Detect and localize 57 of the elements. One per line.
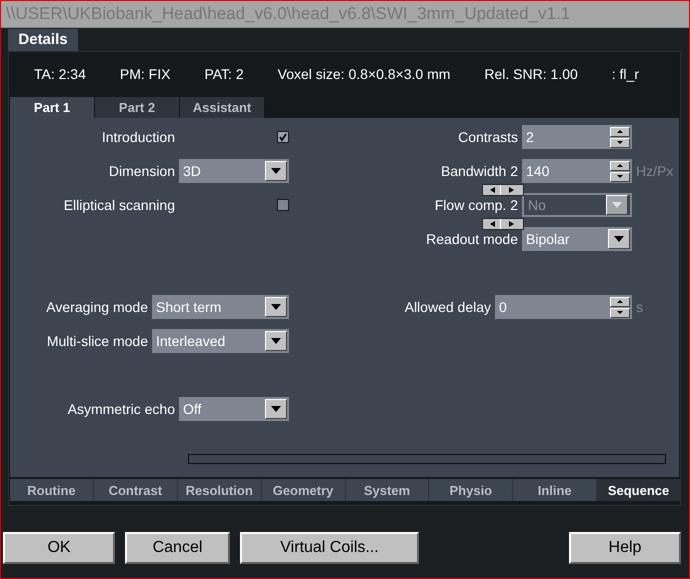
parameter-label: Elliptical scanning xyxy=(64,197,175,213)
tab[interactable]: Assistant xyxy=(180,97,264,118)
parameter-label: Bandwidth 2 xyxy=(440,163,518,179)
tab[interactable]: Geometry xyxy=(262,479,344,501)
caret-up-icon[interactable] xyxy=(617,164,623,167)
unit-label: s xyxy=(636,299,644,315)
parameter-label: Allowed delay xyxy=(404,299,491,315)
dropdown[interactable]: Off xyxy=(179,397,289,421)
caret-down-icon[interactable] xyxy=(614,236,624,242)
dialog-button[interactable]: Help xyxy=(569,532,681,564)
parameter-label: Flow comp. 2 xyxy=(434,197,518,213)
parameter-label: Readout mode xyxy=(426,231,518,247)
tab[interactable]: Routine xyxy=(10,479,93,501)
tab[interactable]: Resolution xyxy=(178,479,261,501)
unit-label: Hz/Px xyxy=(636,163,674,179)
tab[interactable]: Part 1 xyxy=(10,97,94,118)
tab[interactable]: Details xyxy=(8,29,78,51)
dropdown[interactable]: Bipolar xyxy=(522,227,632,251)
parameter-label: Dimension xyxy=(108,163,175,179)
checkbox[interactable] xyxy=(277,131,289,143)
info-text: Voxel size: 0.8×0.8×3.0 mm xyxy=(278,66,450,84)
info-text: PM: FIX xyxy=(120,66,170,84)
parameter-label: Asymmetric echo xyxy=(68,401,175,417)
caret-up-icon[interactable] xyxy=(617,130,623,133)
caret-down-icon[interactable] xyxy=(617,311,623,314)
dropdown[interactable]: 3D xyxy=(179,159,289,183)
caret-down-icon[interactable] xyxy=(617,141,623,144)
dialog-button[interactable]: Virtual Coils... xyxy=(240,532,419,564)
dialog-button[interactable]: Cancel xyxy=(125,532,230,564)
caret-down-icon[interactable] xyxy=(617,175,623,178)
info-text: TA: 2:34 xyxy=(34,66,86,84)
tab[interactable]: System xyxy=(346,479,428,501)
caret-down-icon[interactable] xyxy=(271,406,281,412)
dropdown[interactable]: Short term xyxy=(152,295,289,319)
parameter-label: Multi-slice mode xyxy=(46,333,148,349)
spin-field[interactable]: 2 xyxy=(522,125,632,149)
spin-field[interactable]: 0 xyxy=(495,295,632,319)
tab[interactable]: Sequence xyxy=(597,479,680,501)
parameter-label: Averaging mode xyxy=(46,299,148,315)
caret-up-icon[interactable] xyxy=(617,300,623,303)
info-text: Rel. SNR: 1.00 xyxy=(484,66,578,84)
tab[interactable]: Physio xyxy=(429,479,512,501)
dialog-button[interactable]: OK xyxy=(3,532,115,564)
parameter-label: Introduction xyxy=(102,129,175,145)
caret-down-icon[interactable] xyxy=(271,168,281,174)
spin-field[interactable]: 140 xyxy=(522,159,632,183)
caret-down-icon[interactable] xyxy=(271,338,281,344)
tab[interactable]: Contrast xyxy=(94,479,177,501)
tab[interactable]: Part 2 xyxy=(95,97,179,118)
info-text: : fl_r xyxy=(612,66,639,84)
info-text: PAT: 2 xyxy=(204,66,244,84)
tab[interactable]: Inline xyxy=(513,479,596,501)
left-right-arrows-icon[interactable] xyxy=(482,184,524,196)
checkbox[interactable] xyxy=(277,199,289,211)
caret-down-icon[interactable] xyxy=(271,304,281,310)
dropdown[interactable]: Interleaved xyxy=(152,329,289,353)
parameter-label: Contrasts xyxy=(458,129,518,145)
